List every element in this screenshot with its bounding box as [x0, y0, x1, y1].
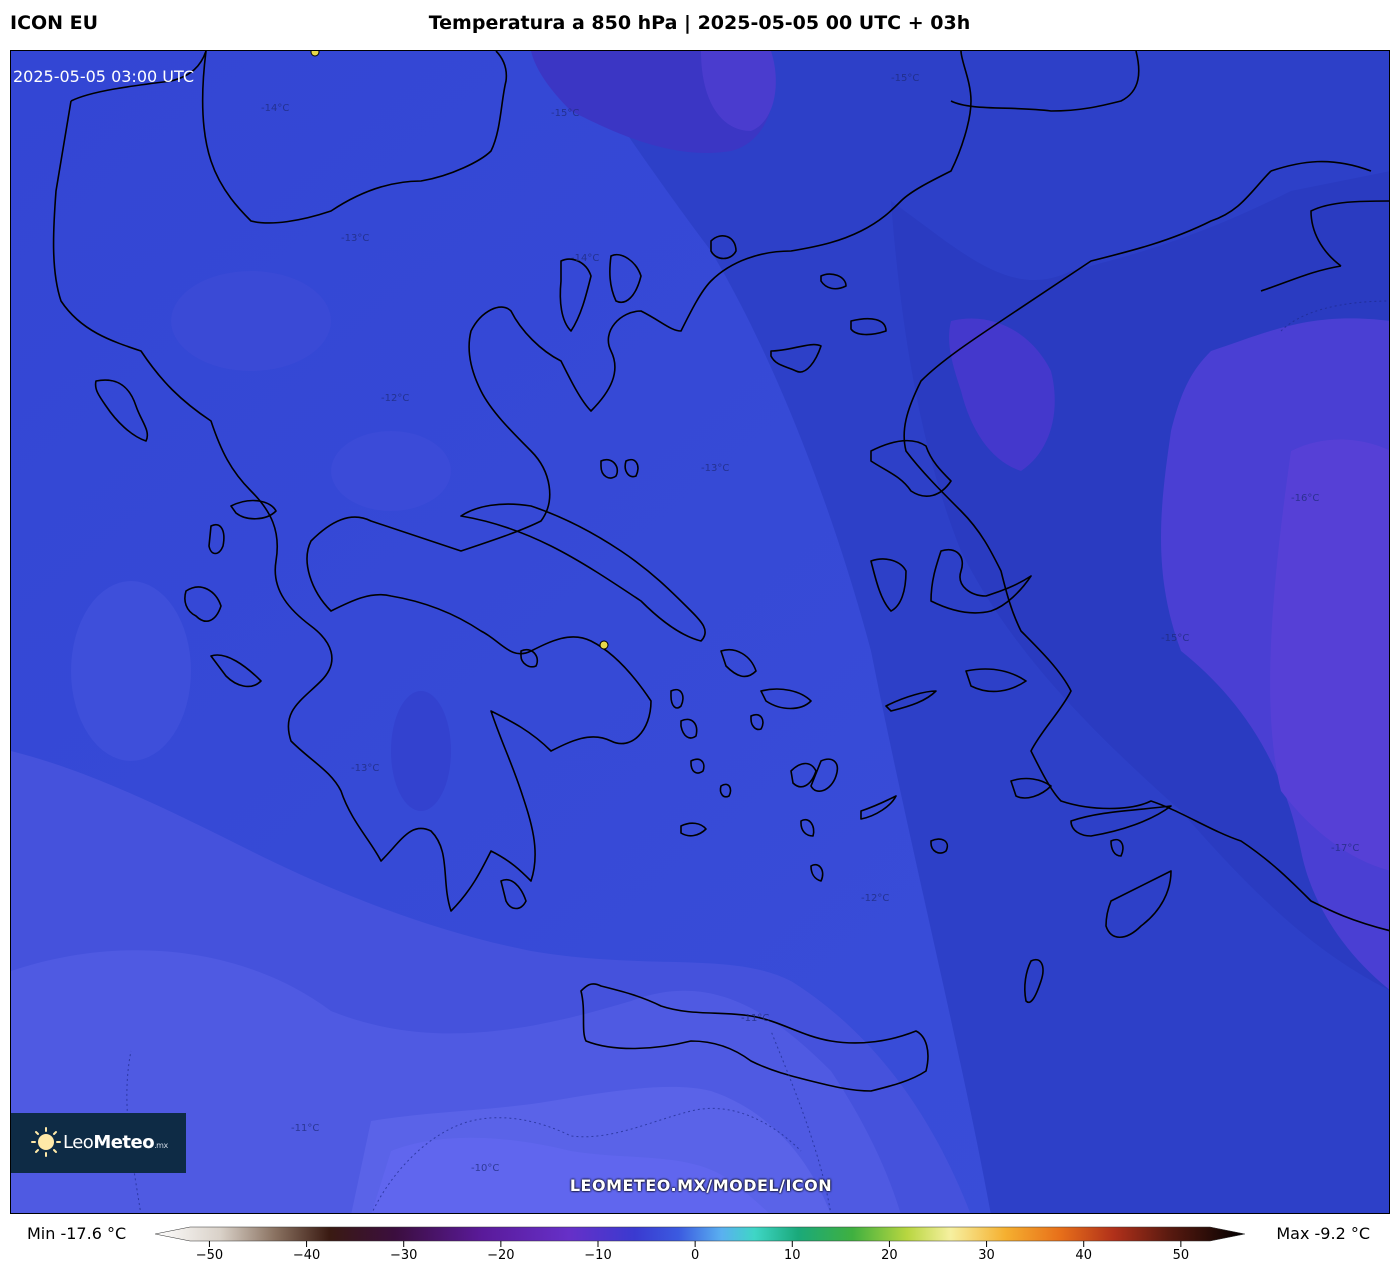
- colorbar-tick-label: 40: [1075, 1248, 1092, 1263]
- logo-name-bold: Meteo: [93, 1132, 155, 1153]
- colorbar-tick-label: 30: [978, 1248, 995, 1263]
- contour-label: -12°C: [381, 393, 409, 404]
- logo-suffix: .mx: [154, 1141, 168, 1150]
- temperature-field-map: -14°C -13°C -15°C -15°C -14°C -12°C -13°…: [11, 51, 1389, 1213]
- contour-label: -15°C: [551, 108, 579, 119]
- colorbar-tick-label: 10: [784, 1248, 801, 1263]
- contour-label: -13°C: [351, 763, 379, 774]
- logo-wordmark: LeoMeteo.mx: [63, 1132, 168, 1153]
- contour-label: -13°C: [701, 463, 729, 474]
- max-temperature-label: Max -9.2 °C: [1276, 1224, 1370, 1243]
- contour-label: -10°C: [471, 1163, 499, 1174]
- contour-label: -17°C: [1331, 843, 1359, 854]
- colorbar-tick-label: −40: [292, 1248, 321, 1263]
- contour-label: -12°C: [861, 893, 889, 904]
- colorbar-tick-label: 0: [691, 1248, 700, 1263]
- sun-icon: [31, 1127, 61, 1157]
- contour-label: -15°C: [1161, 633, 1189, 644]
- colorbar-tick-label: −20: [487, 1248, 515, 1263]
- logo-name-light: Leo: [63, 1132, 94, 1153]
- leometeo-logo[interactable]: LeoMeteo.mx: [11, 1113, 186, 1173]
- map-panel[interactable]: -14°C -13°C -15°C -15°C -14°C -12°C -13°…: [10, 50, 1390, 1214]
- city-marker: [599, 640, 609, 650]
- colorbar-tick-label: −30: [389, 1248, 418, 1263]
- contour-label: -14°C: [571, 253, 599, 264]
- city-marker: [310, 51, 320, 57]
- colorbar-tick-label: −10: [584, 1248, 612, 1263]
- contour-label: -16°C: [1291, 493, 1319, 504]
- watermark-url: LEOMETEO.MX/MODEL/ICON: [569, 1176, 833, 1195]
- min-temperature-label: Min -17.6 °C: [27, 1224, 127, 1243]
- contour-label: -13°C: [341, 233, 369, 244]
- temperature-colorbar: [155, 1226, 1245, 1247]
- contour-label: -15°C: [891, 73, 919, 84]
- valid-time-label: 2025-05-05 03:00 UTC: [13, 67, 194, 86]
- colorbar-tick-label: 20: [881, 1248, 898, 1263]
- colorbar-tick-label: −50: [195, 1248, 224, 1263]
- chart-title: Temperatura a 850 hPa | 2025-05-05 00 UT…: [428, 12, 971, 34]
- colorbar-tick-label: 50: [1172, 1248, 1190, 1263]
- contour-label: -14°C: [261, 103, 289, 114]
- contour-label: -11°C: [291, 1123, 319, 1134]
- contour-label: -11°C: [741, 1013, 769, 1024]
